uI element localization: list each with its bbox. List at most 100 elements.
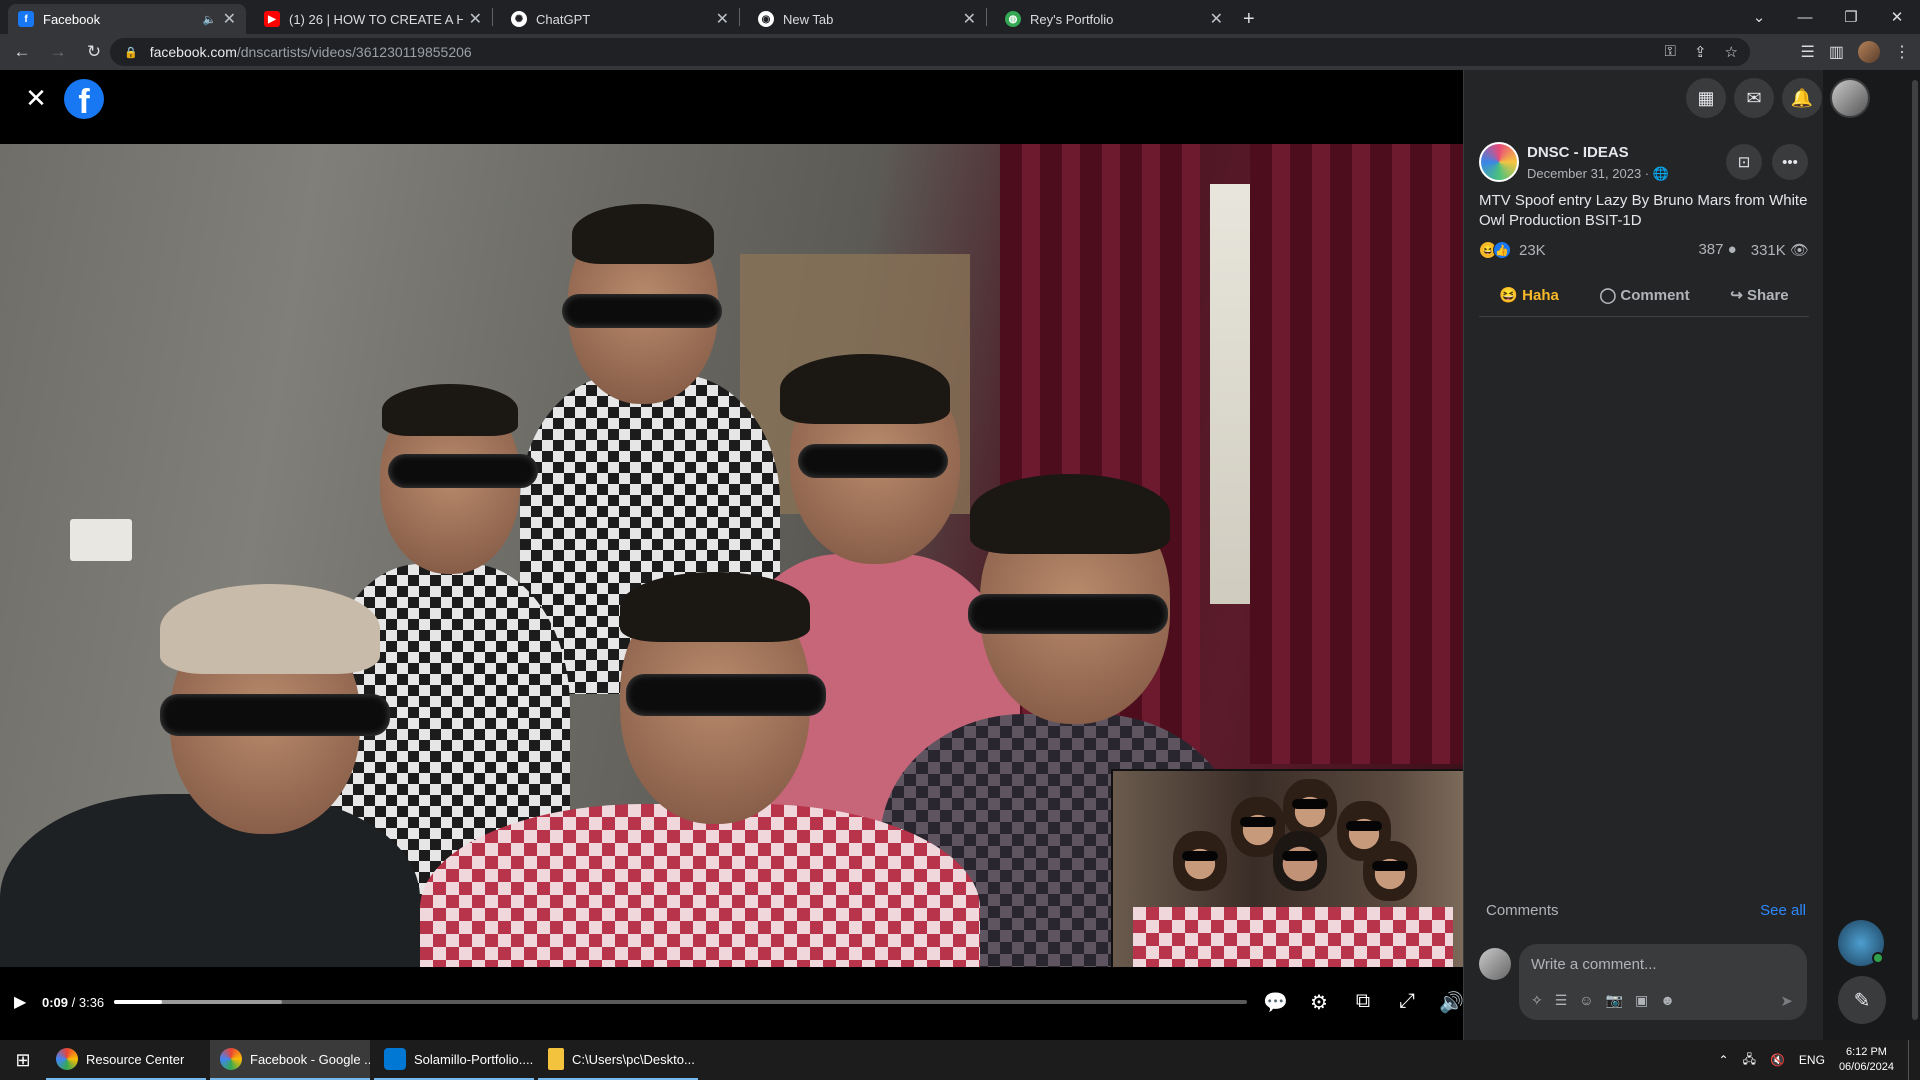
kebab-menu-icon[interactable]: ⋮ <box>1894 42 1910 62</box>
folder-icon <box>548 1048 564 1070</box>
contact-avatar[interactable] <box>1838 920 1884 966</box>
share-icon[interactable]: ⇪ <box>1694 43 1707 61</box>
tab-search-icon[interactable]: ⌄ <box>1736 8 1782 26</box>
scrollbar-thumb[interactable] <box>1912 80 1918 1020</box>
chimp-mask <box>1173 831 1227 891</box>
tab-chatgpt[interactable]: ✺ ChatGPT ✕ <box>501 4 739 34</box>
close-window-icon[interactable]: ✕ <box>1874 8 1920 26</box>
send-icon[interactable]: ➤ <box>1780 992 1793 1010</box>
speaker-icon[interactable]: 🔈 <box>203 13 217 26</box>
taskbar-label: C:\Users\pc\Deskto... <box>572 1051 695 1067</box>
avatar-sticker-icon[interactable]: ✧ <box>1531 992 1543 1009</box>
facebook-logo-icon[interactable]: f <box>64 79 104 119</box>
browser-profile-avatar[interactable] <box>1858 41 1880 63</box>
page-avatar[interactable] <box>1479 142 1519 182</box>
forward-icon[interactable]: → <box>44 42 72 62</box>
close-tab-icon[interactable]: ✕ <box>469 9 482 29</box>
comment-button[interactable]: ◯ Comment <box>1599 286 1689 304</box>
youtube-icon: ▶ <box>264 11 280 27</box>
taskbar-item-explorer[interactable]: C:\Users\pc\Deskto... <box>538 1040 698 1080</box>
settings-gear-icon[interactable]: ⚙ <box>1307 990 1331 1015</box>
account-avatar[interactable] <box>1830 78 1870 118</box>
notifications-bell-icon[interactable]: 🔔 <box>1782 78 1822 118</box>
text-bubble-icon[interactable]: ☰ <box>1555 992 1568 1009</box>
taskbar-item-vscode[interactable]: Solamillo-Portfolio.... <box>374 1040 534 1080</box>
pip-icon[interactable]: ⧉ <box>1351 990 1375 1015</box>
close-tab-icon[interactable]: ✕ <box>223 9 236 29</box>
page-name[interactable]: DNSC - IDEAS <box>1527 144 1629 161</box>
restore-icon[interactable]: ❐ <box>1828 8 1874 26</box>
url-host: facebook.com <box>149 44 237 60</box>
post-actions: 😆 Haha ◯ Comment ↪ Share <box>1479 280 1809 310</box>
new-tab-button[interactable]: + <box>1243 4 1255 34</box>
comment-input[interactable]: Write a comment... ✧ ☰ ☺ 📷 ▣ ☻ ➤ <box>1519 944 1807 1020</box>
messenger-icon[interactable]: ✉ <box>1734 78 1774 118</box>
play-icon[interactable]: ▶ <box>14 992 34 1012</box>
reaction-summary: 😆 👍 23K 387 ● 331K 👁 <box>1479 240 1809 260</box>
bookmark-star-icon[interactable]: ☆ <box>1725 43 1738 61</box>
chimp-mask <box>1283 779 1337 839</box>
taskbar-item-facebook[interactable]: Facebook - Google ... <box>210 1040 370 1080</box>
more-options-icon[interactable]: ••• <box>1772 144 1808 180</box>
taskbar-item-resource-center[interactable]: Resource Center <box>46 1040 206 1080</box>
sticker-icon[interactable]: ☻ <box>1660 992 1675 1009</box>
camera-icon[interactable]: 📷 <box>1606 992 1623 1009</box>
eye-icon: 👁 <box>1789 242 1809 259</box>
close-tab-icon[interactable]: ✕ <box>963 9 976 29</box>
windows-start-icon[interactable]: ⊞ <box>0 1050 46 1071</box>
fullscreen-icon[interactable]: ⤢ <box>1395 990 1419 1015</box>
haha-button[interactable]: 😆 Haha <box>1499 286 1559 304</box>
save-post-icon[interactable]: ⊡ <box>1726 144 1762 180</box>
background-curtain <box>1250 144 1463 764</box>
person-hair <box>620 572 810 642</box>
wall-switch <box>70 519 132 561</box>
commenter-avatar[interactable] <box>1479 948 1511 980</box>
lock-icon[interactable]: 🔒 <box>124 46 138 59</box>
see-all-link[interactable]: See all <box>1760 902 1806 919</box>
tab-divider <box>986 8 987 26</box>
tray-chevron-icon[interactable]: ⌃ <box>1719 1053 1729 1067</box>
video-viewer: ✕ f ▶ 0:09 / 3:36 💬 ⚙ ⧉ ⤢ 🔊 <box>0 70 1464 1040</box>
language-indicator[interactable]: ENG <box>1799 1053 1825 1067</box>
comments-heading: Comments <box>1486 902 1559 919</box>
sunglasses <box>160 694 390 736</box>
tab-facebook[interactable]: f Facebook 🔈 ✕ <box>8 4 246 34</box>
clock[interactable]: 6:12 PM 06/06/2024 <box>1839 1045 1894 1075</box>
media-queue-icon[interactable]: ☰ <box>1801 42 1815 62</box>
close-tab-icon[interactable]: ✕ <box>1210 9 1223 29</box>
new-message-icon[interactable]: ✎ <box>1838 976 1886 1024</box>
back-icon[interactable]: ← <box>8 42 36 62</box>
speaker-muted-icon[interactable]: 🔇 <box>1770 1053 1785 1067</box>
tab-new-tab[interactable]: ◉ New Tab ✕ <box>748 4 986 34</box>
like-reaction-icon[interactable]: 👍 <box>1493 241 1511 259</box>
network-icon[interactable]: 🖧 <box>1743 1050 1756 1071</box>
tab-title: Facebook <box>43 11 101 27</box>
close-icon[interactable]: ✕ <box>22 84 50 112</box>
progress-bar[interactable] <box>113 1000 1248 1004</box>
video-controls: ▶ 0:09 / 3:36 💬 ⚙ ⧉ ⤢ 🔊 <box>0 972 1464 1032</box>
key-icon[interactable]: ⚿ <box>1665 43 1676 61</box>
emoji-icon[interactable]: ☺ <box>1579 992 1593 1009</box>
sunglasses <box>562 294 722 328</box>
side-panel-icon[interactable]: ▥ <box>1829 42 1844 62</box>
person-figure <box>0 564 420 967</box>
reload-icon[interactable]: ↻ <box>80 42 108 62</box>
share-button[interactable]: ↪ Share <box>1730 286 1788 304</box>
show-desktop-button[interactable] <box>1908 1040 1912 1080</box>
post-caption: MTV Spoof entry Lazy By Bruno Mars from … <box>1479 192 1808 229</box>
sunglasses <box>968 594 1168 634</box>
comment-count-group[interactable]: 387 ● <box>1698 241 1736 259</box>
tab-portfolio[interactable]: ◍ Rey's Portfolio ✕ <box>995 4 1233 34</box>
minimize-icon[interactable]: — <box>1782 9 1828 26</box>
menu-grid-icon[interactable]: ▦ <box>1686 78 1726 118</box>
volume-icon[interactable]: 🔊 <box>1439 990 1464 1015</box>
close-tab-icon[interactable]: ✕ <box>716 9 729 29</box>
address-bar[interactable]: 🔒 facebook.com/dnscartists/videos/361230… <box>110 38 1750 66</box>
gif-icon[interactable]: ▣ <box>1635 992 1648 1009</box>
captions-icon[interactable]: 💬 <box>1263 990 1288 1015</box>
post-date[interactable]: December 31, 2023 · 🌐 <box>1527 166 1669 182</box>
reaction-count[interactable]: 23K <box>1519 242 1546 259</box>
tab-youtube[interactable]: ▶ (1) 26 | HOW TO CREATE A HTML ✕ <box>254 4 492 34</box>
video-player[interactable] <box>0 144 1463 967</box>
page-scrollbar[interactable] <box>1910 70 1920 1040</box>
